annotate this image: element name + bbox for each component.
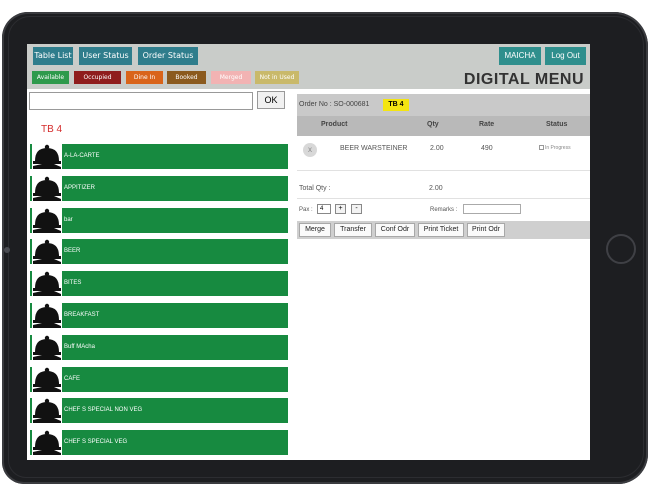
legend-occupied: Occupied [74,71,121,84]
brand-title: DIGITAL MENU [463,71,584,88]
camera-dot [4,247,10,253]
cloche-serving-icon [32,142,62,169]
category-button[interactable]: bar [30,205,288,233]
pax-label: Pax : [299,207,313,213]
home-button[interactable] [606,234,636,264]
category-label: BEER [64,248,81,255]
category-list: A-LA-CARTE APPITIZER bar BEER BITES BREAKFAST… [30,142,288,460]
legend-dine-in: Dine In [126,71,163,84]
category-button[interactable]: CHEF S SPECIAL NON VEG [30,396,288,424]
legend-merged: Merged [211,71,251,84]
legend-available: Available [32,71,69,84]
category-button[interactable]: APPITIZER [30,173,288,201]
cloche-serving-icon [32,173,62,201]
legend-booked: Booked [167,71,206,84]
pax-plus-button[interactable]: + [335,204,346,214]
order-actions-bar: Merge Transfer Conf Odr Print Ticket Pri… [297,221,590,239]
category-label: bar [64,216,73,223]
order-header: Order No : SO-000681 TB 4 [297,94,590,116]
broken-image-icon [539,145,544,151]
line-rate: 490 [481,145,493,152]
line-status-alt: In Progress [545,145,571,151]
pax-minus-button[interactable]: - [351,204,362,214]
order-columns-header: Product Qty Rate Status [297,116,590,136]
order-status-button[interactable]: Order Status [138,47,198,65]
remarks-label: Remarks : [430,207,458,213]
col-product: Product [321,121,348,128]
line-qty: 2.00 [430,145,444,152]
category-label: CHEF S SPECIAL NON VEG [64,407,143,414]
order-line-row: x BEER WARSTEINER 2.00 490 In Progress [297,141,590,163]
remarks-input[interactable] [463,204,521,214]
status-legend-bar: Available Occupied Dine In Booked Merged… [27,68,590,89]
cloche-serving-icon [32,269,62,297]
table-list-button[interactable]: Table List [33,47,73,65]
category-button[interactable]: BREAKFAST [30,300,288,328]
category-button[interactable]: A-LA-CARTE [30,142,288,169]
category-label: Buff MAcha [64,343,95,350]
cloche-serving-icon [32,364,62,392]
cloche-serving-icon [32,205,62,233]
pax-input[interactable]: 4 [317,204,331,214]
cloche-serving-icon [32,237,62,265]
tablet-device: Table List User Status Order Status MAIC… [0,0,648,484]
legend-not-in-used: Not in Used [255,71,299,84]
cloche-serving-icon [32,428,62,456]
transfer-button[interactable]: Transfer [334,223,372,237]
print-odr-button[interactable]: Print Odr [467,223,505,237]
total-qty-label: Total Qty : [299,185,331,192]
total-separator [297,198,590,199]
category-label: A-LA-CARTE [64,153,100,159]
cloche-serving-icon [32,396,62,424]
table-badge: TB 4 [383,99,409,111]
user-status-button[interactable]: User Status [79,47,132,65]
ok-button[interactable]: OK [257,91,285,109]
merge-button[interactable]: Merge [299,223,331,237]
search-input[interactable] [29,92,253,110]
conf-odr-button[interactable]: Conf Odr [375,223,415,237]
category-button[interactable]: BITES [30,269,288,297]
category-button[interactable]: BEER [30,237,288,265]
category-label: BREAKFAST [64,311,100,318]
col-rate: Rate [479,121,495,128]
category-button[interactable]: Buff MAcha [30,332,288,360]
total-qty-value: 2.00 [429,185,443,192]
table-label: TB 4 [41,124,63,135]
category-label: CHEF S SPECIAL VEG [64,439,128,446]
category-button[interactable]: CHEF S SPECIAL VEG [30,428,288,456]
category-button[interactable]: CAFE [30,364,288,392]
line-status-image: In Progress [539,145,571,151]
order-number: Order No : SO-000681 [299,101,370,108]
print-ticket-button[interactable]: Print Ticket [418,223,464,237]
col-status: Status [546,121,568,128]
app-screen: Table List User Status Order Status MAIC… [27,44,590,460]
remove-item-icon[interactable]: x [303,143,317,157]
cloche-serving-icon [32,300,62,328]
line-product: BEER WARSTEINER [340,145,408,152]
cloche-serving-icon [32,332,62,360]
logout-button[interactable]: Log Out [545,47,586,65]
category-label: CAFE [64,375,81,382]
category-label: BITES [64,280,82,287]
col-qty: Qty [427,121,439,128]
top-nav-bar: Table List User Status Order Status MAIC… [27,44,590,68]
user-button[interactable]: MAICHA [499,47,541,65]
category-label: APPITIZER [64,184,96,191]
row-separator [297,170,590,171]
